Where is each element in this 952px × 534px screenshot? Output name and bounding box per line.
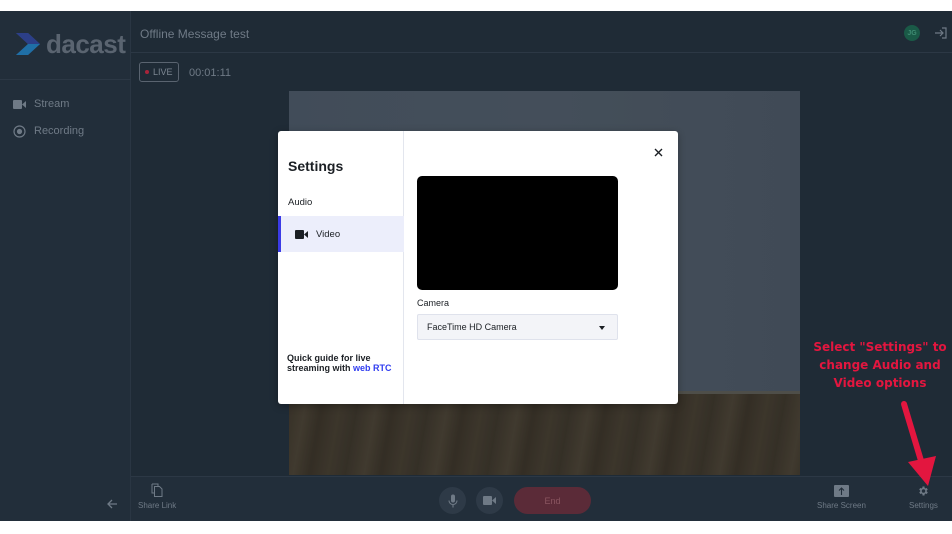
share-screen-icon [833, 485, 849, 497]
brand-name: dacast [46, 28, 126, 59]
dacast-logo[interactable]: dacast [14, 28, 126, 59]
camera-label: Camera [417, 298, 450, 308]
video-camera-icon [295, 229, 308, 239]
share-screen-button[interactable]: Share Screen [817, 485, 866, 510]
dacast-chevron-logo-icon [16, 33, 40, 55]
sidebar-item-label: Stream [34, 98, 70, 110]
video-camera-icon [12, 97, 26, 111]
sidebar: dacast Stream Recording [0, 11, 131, 521]
microphone-button[interactable] [439, 487, 466, 514]
settings-modal: Settings Audio Video Quick guide for liv… [278, 131, 678, 404]
sidebar-item-recording[interactable]: Recording [12, 124, 84, 138]
share-screen-label: Share Screen [817, 501, 866, 510]
tab-audio[interactable]: Audio [278, 189, 404, 215]
tab-video-label: Video [316, 228, 341, 240]
copy-icon [151, 483, 163, 497]
bottom-toolbar: Share Link End Share Screen Settings [131, 476, 952, 521]
chevron-down-icon [599, 326, 605, 330]
webrtc-guide-link[interactable]: web RTC [353, 363, 392, 373]
user-avatar[interactable]: JG [904, 25, 920, 41]
live-badge: LIVE [139, 62, 179, 82]
stream-timer: 00:01:11 [189, 67, 232, 79]
webrtc-guide: Quick guide for live streaming with web … [287, 353, 397, 373]
live-label: LIVE [153, 67, 173, 77]
arrow-left-icon [107, 499, 117, 509]
tutorial-annotation: Select "Settings" to change Audio and Vi… [813, 340, 947, 390]
sidebar-item-stream[interactable]: Stream [12, 97, 69, 111]
camera-select[interactable]: FaceTime HD Camera [417, 314, 618, 340]
close-icon [654, 148, 662, 156]
share-link-button[interactable]: Share Link [138, 483, 176, 510]
live-indicator-dot [145, 70, 149, 74]
sidebar-divider [0, 79, 131, 80]
microphone-icon [447, 494, 458, 507]
collapse-sidebar-button[interactable] [106, 497, 118, 513]
video-camera-icon [483, 496, 496, 505]
settings-label: Settings [909, 501, 938, 510]
settings-title: Settings [288, 158, 344, 174]
tab-video[interactable]: Video [278, 216, 404, 252]
stream-title: Offline Message test [140, 27, 250, 41]
tab-audio-label: Audio [288, 196, 313, 208]
camera-toggle-button[interactable] [476, 487, 503, 514]
camera-select-value: FaceTime HD Camera [427, 322, 517, 332]
close-button[interactable] [652, 146, 664, 158]
share-link-label: Share Link [138, 501, 177, 510]
camera-preview [417, 176, 618, 290]
logout-icon[interactable] [934, 26, 948, 40]
settings-sidebar: Settings Audio Video Quick guide for liv… [278, 131, 404, 404]
end-stream-button[interactable]: End [514, 487, 591, 514]
record-icon [12, 124, 26, 138]
annotation-arrow-icon [901, 401, 936, 486]
sidebar-item-label: Recording [34, 125, 85, 137]
header: Offline Message test JG [131, 11, 952, 53]
